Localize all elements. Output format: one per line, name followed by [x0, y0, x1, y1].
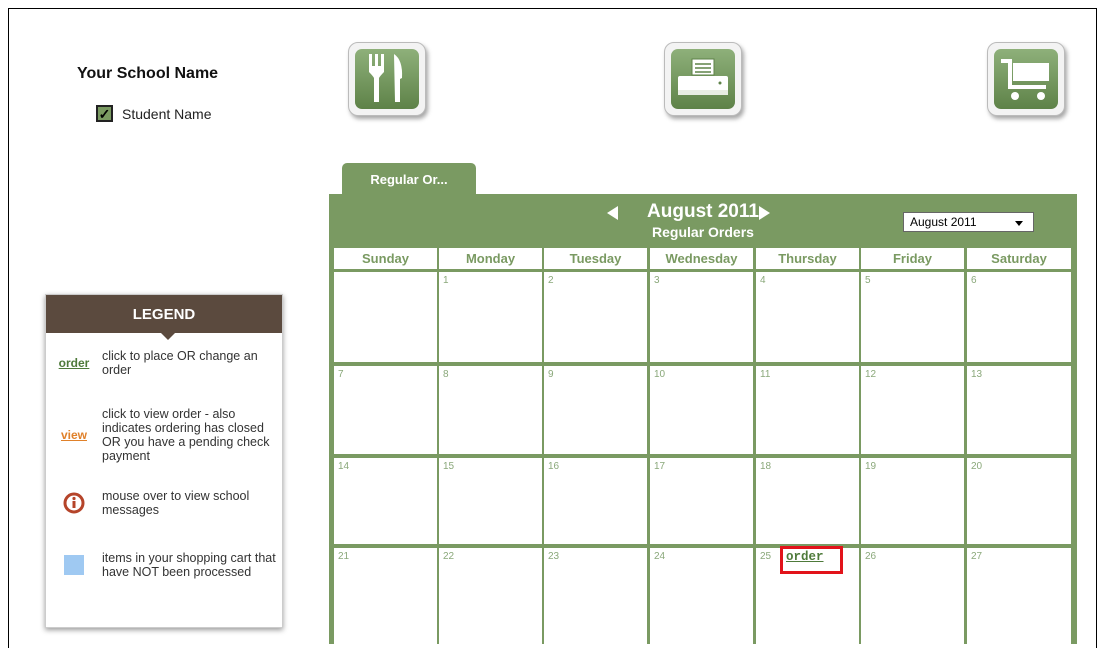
info-icon — [63, 492, 85, 514]
day-number: 12 — [865, 369, 877, 380]
calendar-day-cell: 14 — [334, 458, 437, 544]
day-number: 26 — [865, 551, 877, 562]
day-header-thursday: Thursday — [756, 248, 859, 269]
day-number: 18 — [760, 461, 772, 472]
day-number: 14 — [338, 461, 350, 472]
chevron-down-icon — [1015, 221, 1023, 226]
day-header-friday: Friday — [861, 248, 964, 269]
legend-panel: LEGEND order click to place OR change an… — [45, 294, 283, 628]
school-name: Your School Name — [77, 65, 219, 82]
order-link[interactable]: order — [786, 550, 824, 564]
legend-text: mouse over to view school messages — [102, 489, 250, 517]
day-number: 22 — [443, 551, 455, 562]
legend-item-cart: items in your shopping cart that have NO… — [46, 551, 284, 579]
calendar-day-cell: 23 — [544, 548, 647, 648]
day-number: 3 — [654, 275, 660, 286]
calendar-day-cell: 4 — [756, 272, 859, 362]
calendar-day-cell: 19 — [861, 458, 964, 544]
calendar-day-cell: 8 — [439, 366, 542, 454]
day-number: 6 — [971, 275, 977, 286]
day-number: 8 — [443, 369, 449, 380]
calendar-day-cell: 16 — [544, 458, 647, 544]
day-number: 17 — [654, 461, 666, 472]
tab-regular-orders[interactable]: Regular Or... — [342, 163, 476, 195]
legend-item-view: view click to view order - also indicate… — [46, 407, 284, 463]
legend-text: items in your shopping cart that have NO… — [102, 551, 276, 579]
day-header-monday: Monday — [439, 248, 542, 269]
student-selector[interactable]: ✓ Student Name — [96, 105, 212, 122]
day-number: 5 — [865, 275, 871, 286]
calendar-day-cell: 6 — [967, 272, 1071, 362]
day-number: 9 — [548, 369, 554, 380]
day-header-tuesday: Tuesday — [544, 248, 647, 269]
day-header-sunday: Sunday — [334, 248, 437, 269]
calendar-day-cell: 10 — [650, 366, 753, 454]
calendar: August 2011 Regular Orders August 2011 S… — [329, 194, 1077, 648]
student-name: Student Name — [122, 105, 212, 122]
day-number: 15 — [443, 461, 455, 472]
view-link-sample: view — [60, 428, 87, 442]
calendar-day-cell: 15 — [439, 458, 542, 544]
legend-item-info: mouse over to view school messages — [46, 489, 284, 517]
day-header-wednesday: Wednesday — [650, 248, 753, 269]
day-number: 7 — [338, 369, 344, 380]
legend-item-order: order click to place OR change an order — [46, 349, 284, 377]
menu-button[interactable] — [348, 42, 426, 116]
calendar-day-cell: 27 — [967, 548, 1071, 648]
calendar-day-cell: 12 — [861, 366, 964, 454]
calendar-day-cell: 24 — [650, 548, 753, 648]
print-button[interactable] — [664, 42, 742, 116]
calendar-day-cell: 18 — [756, 458, 859, 544]
legend-title: LEGEND — [46, 295, 282, 340]
next-month-icon[interactable] — [759, 206, 770, 220]
calendar-day-cell: 25 order — [756, 546, 859, 648]
day-number: 1 — [443, 275, 449, 286]
day-number: 19 — [865, 461, 877, 472]
calendar-day-cell: 17 — [650, 458, 753, 544]
calendar-day-cell: 9 — [544, 366, 647, 454]
student-checkbox[interactable]: ✓ — [96, 105, 113, 122]
calendar-day-cell: 13 — [967, 366, 1071, 454]
day-header-saturday: Saturday — [967, 248, 1071, 269]
day-number: 13 — [971, 369, 983, 380]
calendar-day-cell: 26 — [861, 548, 964, 648]
calendar-day-cell: 22 — [439, 548, 542, 648]
month-select[interactable]: August 2011 — [903, 212, 1034, 232]
day-number: 10 — [654, 369, 666, 380]
calendar-day-cell — [334, 272, 437, 362]
day-number: 4 — [760, 275, 766, 286]
calendar-day-cell: 7 — [334, 366, 437, 454]
calendar-day-cell: 21 — [334, 548, 437, 648]
blue-square-icon — [64, 555, 84, 575]
calendar-day-cell: 3 — [650, 272, 753, 362]
day-number: 11 — [760, 369, 771, 380]
shopping-cart-icon — [1001, 59, 1049, 100]
calendar-day-cell: 11 — [756, 366, 859, 454]
day-number: 24 — [654, 551, 666, 562]
day-number: 2 — [548, 275, 554, 286]
day-number: 16 — [548, 461, 560, 472]
calendar-day-cell: 5 — [861, 272, 964, 362]
cart-button[interactable] — [987, 42, 1065, 116]
calendar-day-cell: 1 — [439, 272, 542, 362]
order-link-sample: order — [58, 356, 90, 370]
day-number: 25 — [760, 551, 772, 562]
day-number: 27 — [971, 551, 983, 562]
calendar-day-cell: 2 — [544, 272, 647, 362]
day-number: 20 — [971, 461, 983, 472]
month-select-value: August 2011 — [910, 215, 977, 229]
calendar-day-cell: 20 — [967, 458, 1071, 544]
fork-knife-icon — [369, 54, 403, 102]
legend-text: click to place OR change an order — [102, 349, 258, 377]
day-number: 21 — [338, 551, 350, 562]
legend-text: click to view order - also indicates ord… — [102, 407, 270, 463]
day-number: 23 — [548, 551, 560, 562]
printer-icon — [678, 58, 728, 95]
